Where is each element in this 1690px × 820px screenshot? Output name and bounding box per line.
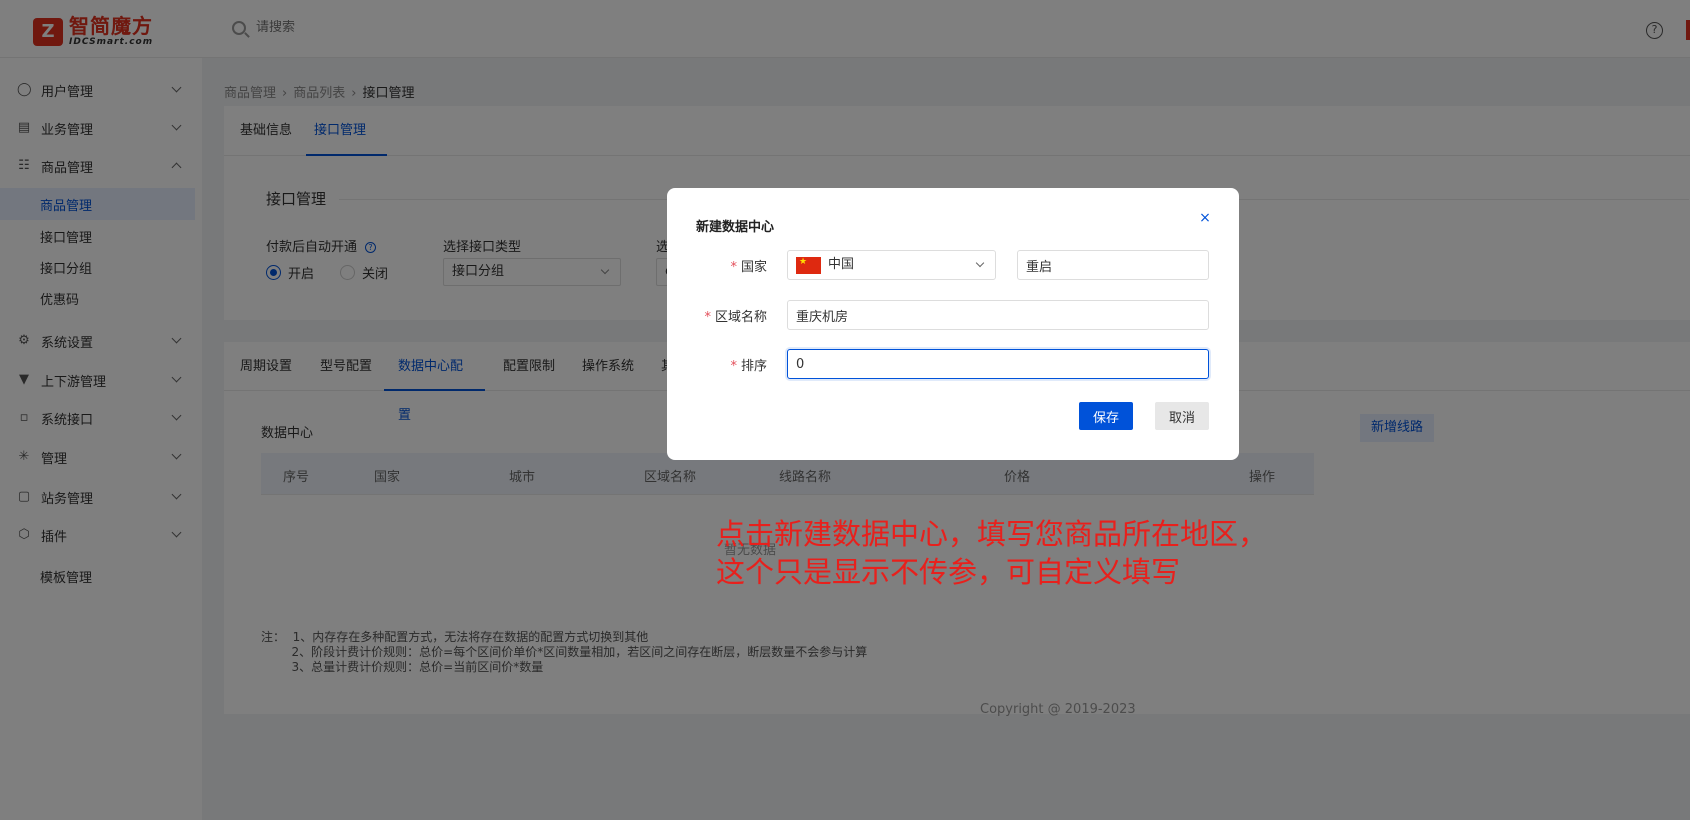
annotation-text: 点击新建数据中心，填写您商品所在地区， 这个只是显示不传参，可自定义填写 [716, 517, 1268, 589]
close-icon[interactable]: × [1197, 210, 1213, 226]
order-input[interactable] [787, 349, 1209, 379]
country-label: * 国家 [730, 260, 767, 275]
china-flag-icon [796, 257, 821, 274]
region-name-input[interactable] [787, 300, 1209, 330]
chevron-down-icon [975, 258, 985, 268]
save-button[interactable]: 保存 [1079, 402, 1133, 430]
new-datacenter-dialog: 新建数据中心 × *国家 中国 *区域名称 *排序 保存 取消 [667, 188, 1239, 460]
city-input[interactable] [1017, 250, 1209, 280]
region-label: * 区域名称 [704, 310, 767, 325]
dialog-title: 新建数据中心 [696, 220, 775, 235]
cancel-button[interactable]: 取消 [1155, 402, 1209, 430]
country-select[interactable]: 中国 [787, 250, 996, 280]
order-label: * 排序 [730, 359, 767, 374]
